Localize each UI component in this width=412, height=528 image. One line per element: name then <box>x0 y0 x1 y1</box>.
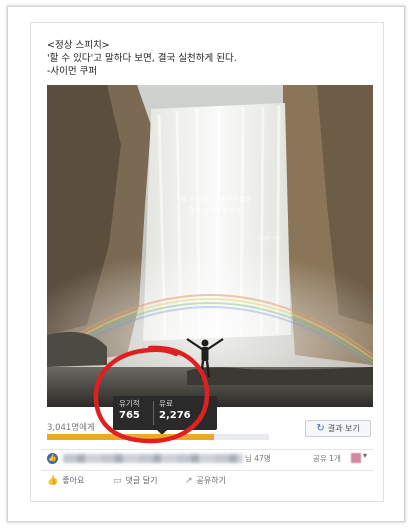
share-button[interactable]: ↗ 공유하기 <box>185 475 226 486</box>
paid-value: 2,276 <box>159 410 191 421</box>
post-text: <정상 스피치> '할 수 있다'고 말하다 보면, 결국 실천하게 된다. -… <box>47 39 237 78</box>
view-results-label: 결과 보기 <box>327 424 360 433</box>
image-quote-line-2: 결국 실천하게 된다 <box>189 207 241 215</box>
chevron-down-icon[interactable]: ▾ <box>363 451 367 460</box>
view-results-button[interactable]: ↻ 결과 보기 <box>305 420 371 437</box>
paid-stat: 유료 2,276 <box>159 399 191 423</box>
image-quote-line-1: '할 수 있다'고 말하다 보면 <box>179 195 251 203</box>
comment-button[interactable]: ▭ 댓글 달기 <box>113 475 158 486</box>
blurred-names <box>63 454 243 463</box>
comment-icon: ▭ <box>113 475 122 486</box>
reach-count[interactable]: 3,041명에게 <box>47 421 95 433</box>
like-reaction-icon[interactable]: 👍 <box>47 453 58 464</box>
refresh-icon: ↻ <box>316 423 325 434</box>
reactions-row: 👍 님 47명 공유 1개 ▾ <box>47 451 375 467</box>
post-line-2: '할 수 있다'고 말하다 보면, 결국 실천하게 된다. <box>47 53 237 64</box>
divider <box>41 449 373 450</box>
thumbs-up-icon: 👍 <box>47 475 59 486</box>
paid-label: 유료 <box>159 399 173 408</box>
like-count[interactable]: 님 47명 <box>245 453 271 464</box>
reach-progress-bar <box>47 434 269 440</box>
share-arrow-icon: ↗ <box>185 475 193 486</box>
post-line-3: -사이먼 쿠퍼 <box>47 66 98 77</box>
organic-stat: 유기적 765 <box>119 399 140 423</box>
waterfall-illustration <box>47 85 373 407</box>
comment-button-label: 댓글 달기 <box>125 476 158 485</box>
reach-tooltip: 유기적 765 유료 2,276 <box>113 396 217 435</box>
like-button[interactable]: 👍 좋아요 <box>47 475 84 486</box>
facebook-post: <정상 스피치> '할 수 있다'고 말하다 보면, 결국 실천하게 된다. -… <box>30 22 384 502</box>
page-avatar[interactable] <box>351 453 361 463</box>
post-line-1: <정상 스피치> <box>47 40 110 51</box>
post-actions: 👍 좋아요 ▭ 댓글 달기 ↗ 공유하기 <box>47 475 377 489</box>
share-count[interactable]: 공유 1개 <box>313 453 341 464</box>
organic-label: 유기적 <box>119 399 140 408</box>
tooltip-divider <box>153 401 154 425</box>
divider <box>41 470 373 471</box>
reach-progress-fill <box>47 434 214 440</box>
image-signature: - 사이먼 쿠퍼 <box>253 236 281 242</box>
organic-value: 765 <box>119 410 140 421</box>
image-quote: '할 수 있다'고 말하다 보면 결국 실천하게 된다 <box>155 193 275 217</box>
like-button-label: 좋아요 <box>62 476 85 485</box>
waterfall-photo[interactable]: '할 수 있다'고 말하다 보면 결국 실천하게 된다 - 사이먼 쿠퍼 <box>47 85 373 407</box>
share-button-label: 공유하기 <box>196 476 226 485</box>
